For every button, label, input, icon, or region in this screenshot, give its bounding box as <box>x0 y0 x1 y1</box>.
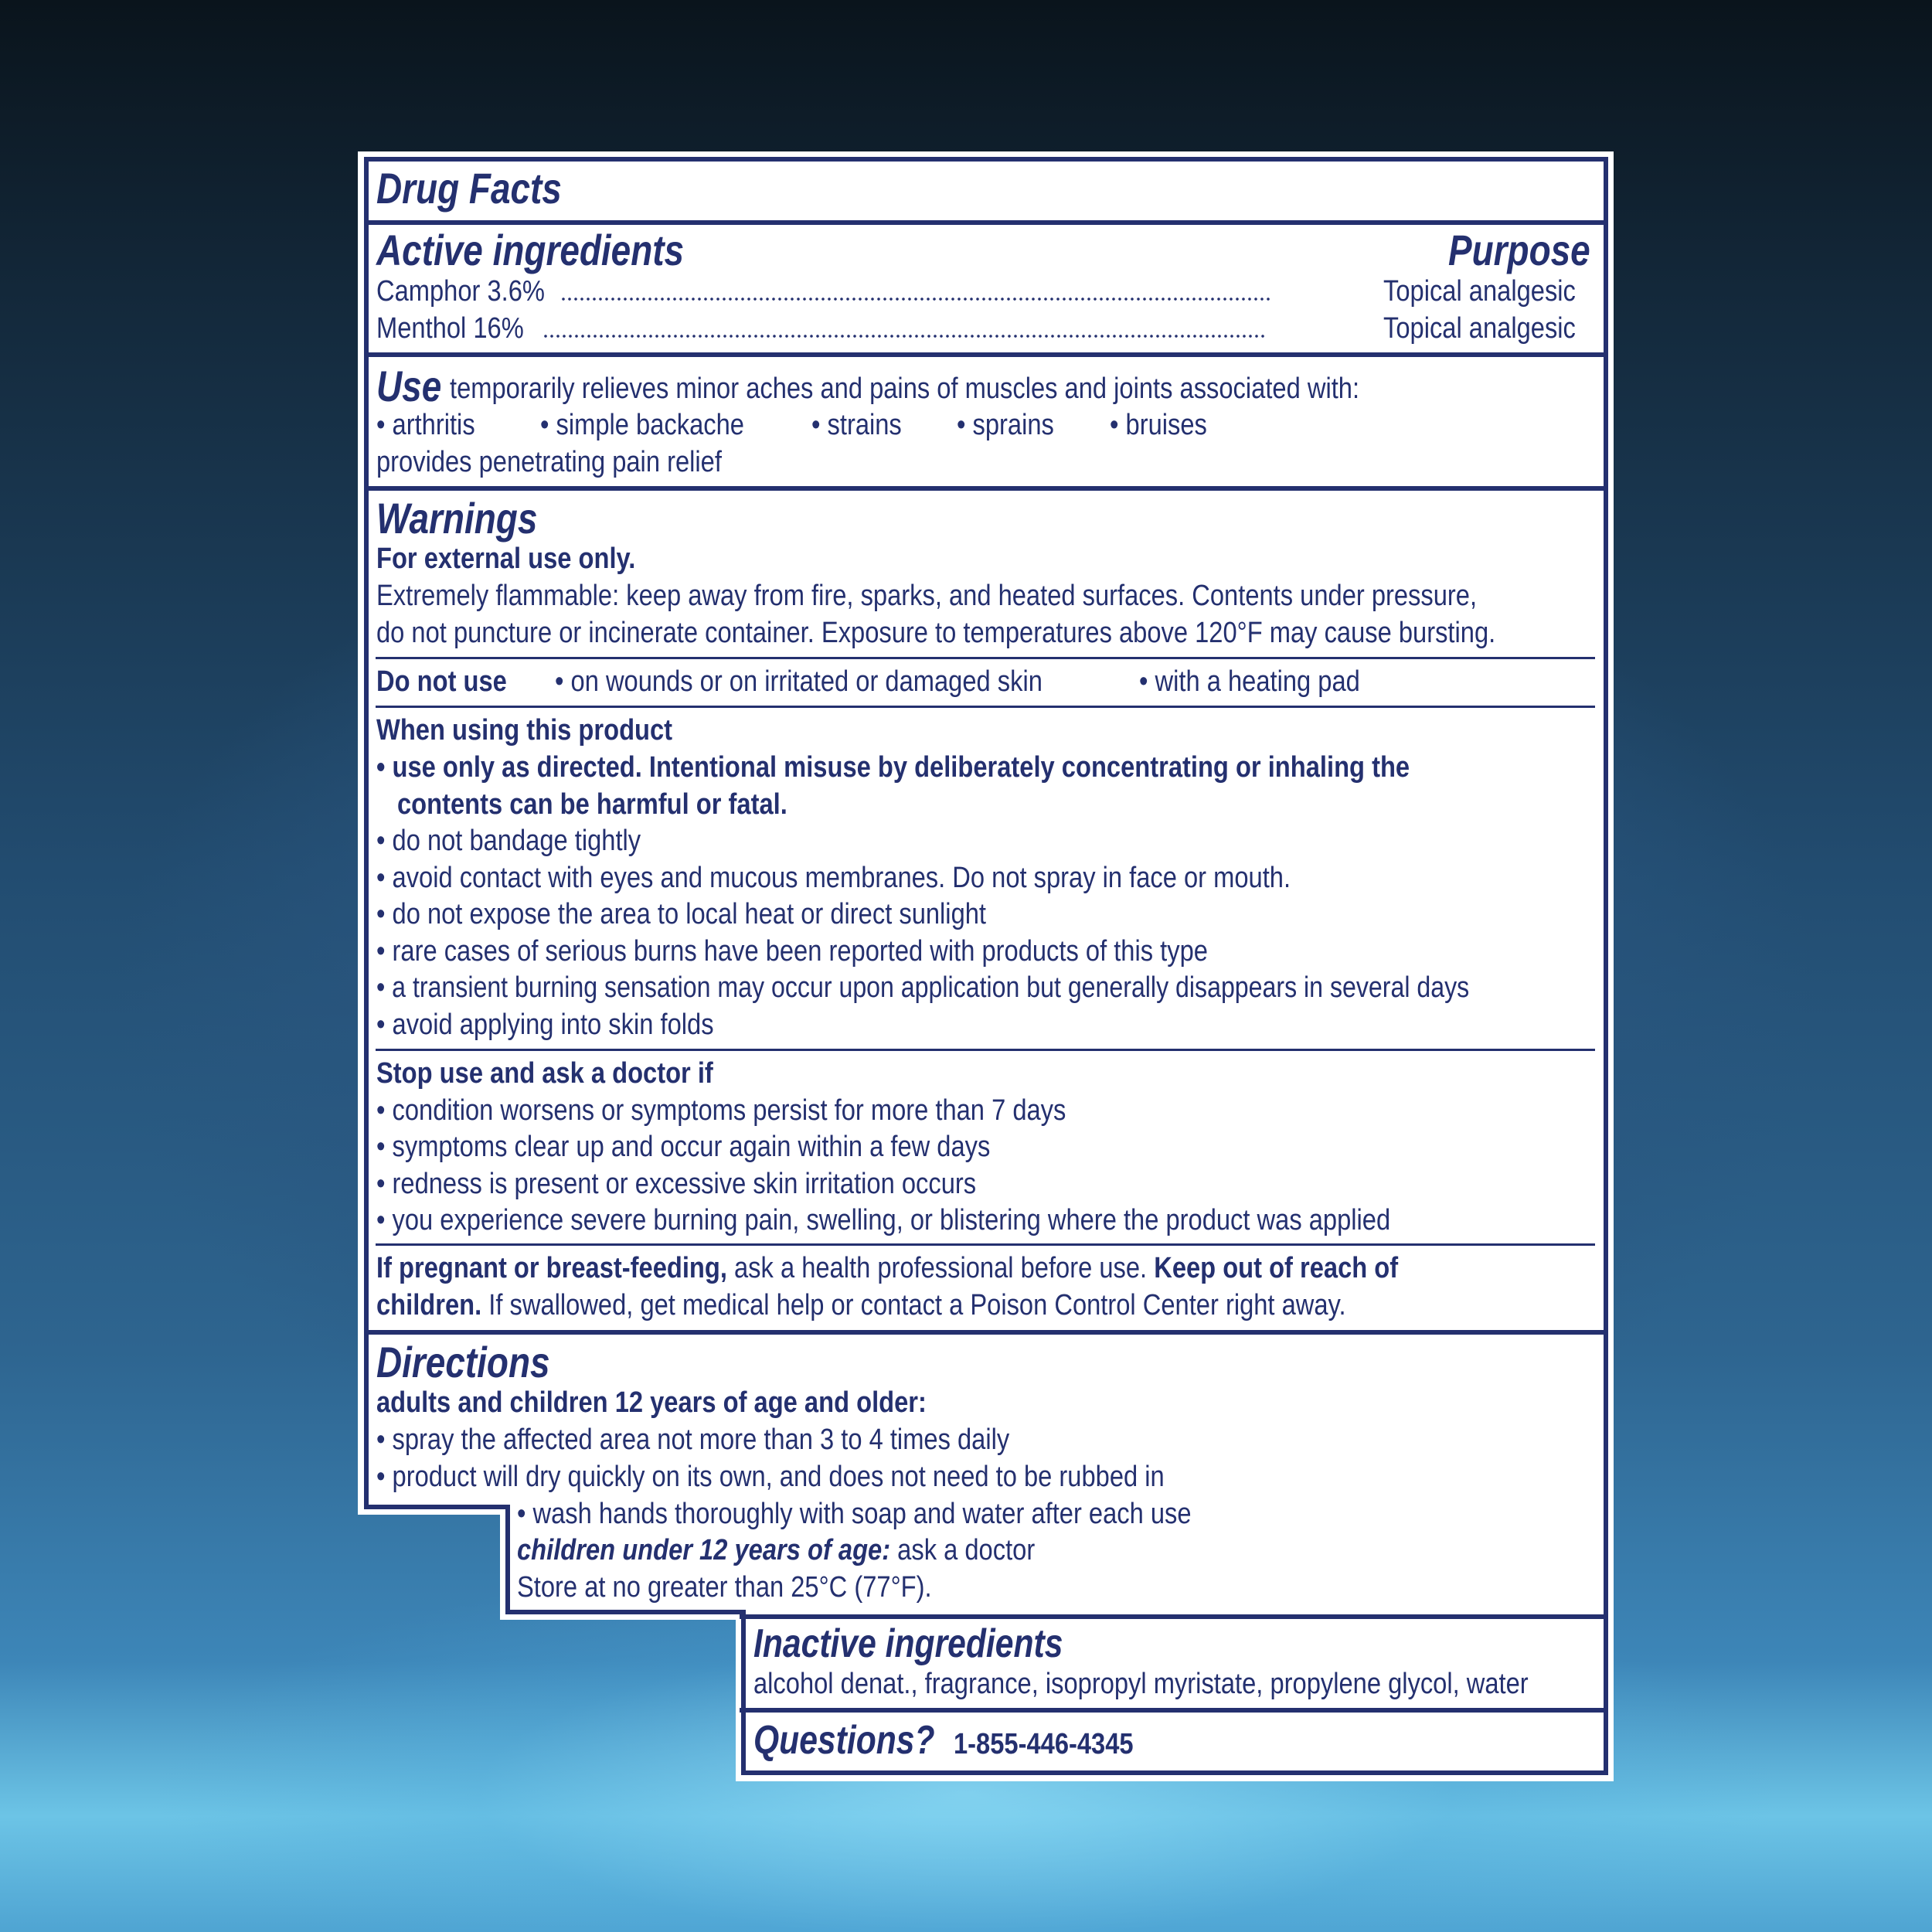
use-heading: Use <box>376 362 442 410</box>
stop-use-item: • redness is present or excessive skin i… <box>376 1168 977 1200</box>
rule-do-not-use <box>376 706 1595 708</box>
stop-use-item: • symptoms clear up and occur again with… <box>376 1131 991 1163</box>
children-directions: children under 12 years of age: ask a do… <box>517 1532 1035 1569</box>
rule-directions <box>740 1614 1606 1619</box>
when-using-label: When using this product <box>376 714 673 747</box>
rule-warnings <box>366 1330 1606 1335</box>
flammable-text: do not puncture or incinerate container.… <box>376 617 1496 649</box>
adults-label: adults and children 12 years of age and … <box>376 1386 927 1419</box>
external-use: For external use only. <box>376 543 636 575</box>
directions-item: • wash hands thoroughly with soap and wa… <box>517 1498 1192 1530</box>
inactive-text: alcohol denat., fragrance, isopropyl myr… <box>753 1668 1529 1700</box>
when-using-item: • a transient burning sensation may occu… <box>376 971 1470 1004</box>
storage-text: Store at no greater than 25°C (77°F). <box>517 1571 932 1604</box>
use-bullet: • sprains <box>957 409 1054 441</box>
questions-heading: Questions? <box>753 1718 935 1763</box>
questions-phone: 1-855-446-4345 <box>954 1728 1134 1760</box>
warnings-heading: Warnings <box>376 494 538 543</box>
use-bullet: • bruises <box>1110 409 1207 441</box>
use-bullet: • arthritis <box>376 409 475 441</box>
rule-stop-use <box>376 1243 1595 1246</box>
directions-item: • spray the affected area not more than … <box>376 1423 1010 1456</box>
purpose-heading: Purpose <box>1448 226 1590 274</box>
flammable-text: Extremely flammable: keep away from fire… <box>376 580 1478 612</box>
use-bullet: • strains <box>811 409 902 441</box>
do-not-use-item: • with a heating pad <box>1139 665 1360 698</box>
dot-leader <box>543 334 1266 338</box>
rule-flammable <box>376 657 1595 659</box>
use-bullet: • simple backache <box>540 409 744 441</box>
stop-use-label: Stop use and ask a doctor if <box>376 1057 713 1090</box>
stop-use-item: • you experience severe burning pain, sw… <box>376 1204 1391 1236</box>
when-using-item: • avoid contact with eyes and mucous mem… <box>376 862 1291 894</box>
children-warning: children. If swallowed, get medical help… <box>376 1287 1346 1324</box>
when-using-item: • avoid applying into skin folds <box>376 1009 714 1041</box>
rule-use <box>366 486 1606 491</box>
children-label: children under 12 years of age: <box>517 1534 891 1566</box>
ingredient-name: Menthol 16% <box>376 312 524 345</box>
pregnant-bold: If pregnant or breast-feeding, <box>376 1252 727 1284</box>
do-not-use-item: • on wounds or on irritated or damaged s… <box>555 665 1043 698</box>
dot-leader <box>560 297 1273 301</box>
ingredient-name: Camphor 3.6% <box>376 275 545 308</box>
children-text: ask a doctor <box>890 1534 1036 1566</box>
do-not-use-label: Do not use <box>376 665 507 698</box>
when-using-item: • do not bandage tightly <box>376 825 641 857</box>
pregnant-text: ask a health professional before use. <box>726 1252 1155 1284</box>
when-using-item: • rare cases of serious burns have been … <box>376 935 1208 968</box>
when-using-bold: contents can be harmful or fatal. <box>397 788 787 821</box>
stop-use-item: • condition worsens or symptoms persist … <box>376 1094 1066 1127</box>
ingredient-purpose: Topical analgesic <box>1383 312 1576 345</box>
label-title: Drug Facts <box>376 164 562 213</box>
when-using-item: • do not expose the area to local heat o… <box>376 898 986 930</box>
rule-inactive <box>740 1708 1606 1713</box>
rule-title <box>366 220 1606 225</box>
drug-facts-label: Drug Facts Active ingredients Purpose Ca… <box>0 0 1932 1932</box>
children-bold: children. <box>376 1289 482 1321</box>
rule-when-using <box>376 1049 1595 1051</box>
keep-out-bold: Keep out of reach of <box>1154 1252 1399 1284</box>
pregnant-warning: If pregnant or breast-feeding, ask a hea… <box>376 1250 1398 1287</box>
use-text: temporarily relieves minor aches and pai… <box>450 372 1360 405</box>
active-heading: Active ingredients <box>376 226 685 274</box>
directions-item: • product will dry quickly on its own, a… <box>376 1461 1165 1493</box>
inactive-heading: Inactive ingredients <box>753 1621 1063 1666</box>
use-extra: provides penetrating pain relief <box>376 446 722 478</box>
when-using-bold: • use only as directed. Intentional misu… <box>376 751 1410 784</box>
directions-heading: Directions <box>376 1338 550 1386</box>
swallowed-text: If swallowed, get medical help or contac… <box>481 1289 1346 1321</box>
rule-active <box>366 352 1606 357</box>
ingredient-purpose: Topical analgesic <box>1383 275 1576 308</box>
